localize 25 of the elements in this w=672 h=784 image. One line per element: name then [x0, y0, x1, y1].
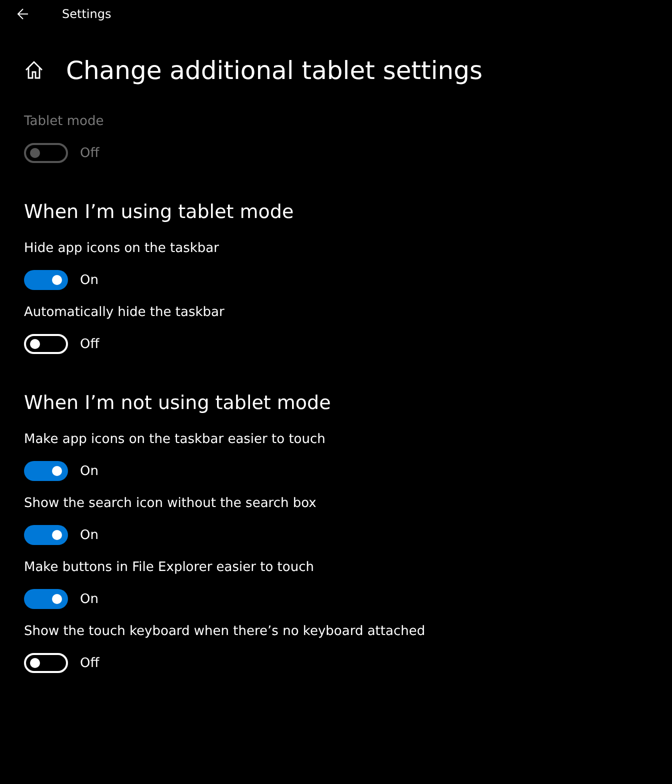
toggle-state: Off [80, 336, 100, 352]
toggle-switch[interactable] [24, 270, 68, 290]
toggle-state: On [80, 528, 98, 542]
home-button[interactable] [24, 60, 44, 80]
section-heading: When I’m not using tablet mode [24, 392, 332, 416]
toggle-switch[interactable] [24, 525, 68, 545]
window-title: Settings [62, 7, 112, 21]
setting-label: Hide app icons on the taskbar [24, 241, 220, 258]
toggle-state: On [80, 272, 98, 288]
toggle-state: On [80, 592, 98, 606]
toggle-state: On [80, 464, 98, 478]
toggle-switch[interactable] [24, 589, 68, 609]
setting-label: Make app icons on the taskbar easier to touch [24, 432, 326, 449]
setting-label: Make buttons in File Explorer easier to touch [24, 560, 315, 577]
setting-label: Show the touch keyboard when there’s no keyboard attached [24, 624, 426, 641]
back-arrow-icon [17, 8, 29, 20]
toggle-state: Off [80, 146, 100, 160]
setting-label: Tablet mode [24, 114, 105, 131]
toggle-state: Off [80, 656, 100, 670]
section-heading: When I’m using tablet mode [24, 201, 295, 225]
page-title: Change additional tablet settings [66, 56, 483, 84]
setting-label: Show the search icon without the search box [24, 496, 318, 513]
setting-label: Automatically hide the taskbar [24, 305, 226, 322]
toggle-switch[interactable] [24, 461, 68, 481]
home-icon [24, 60, 44, 80]
